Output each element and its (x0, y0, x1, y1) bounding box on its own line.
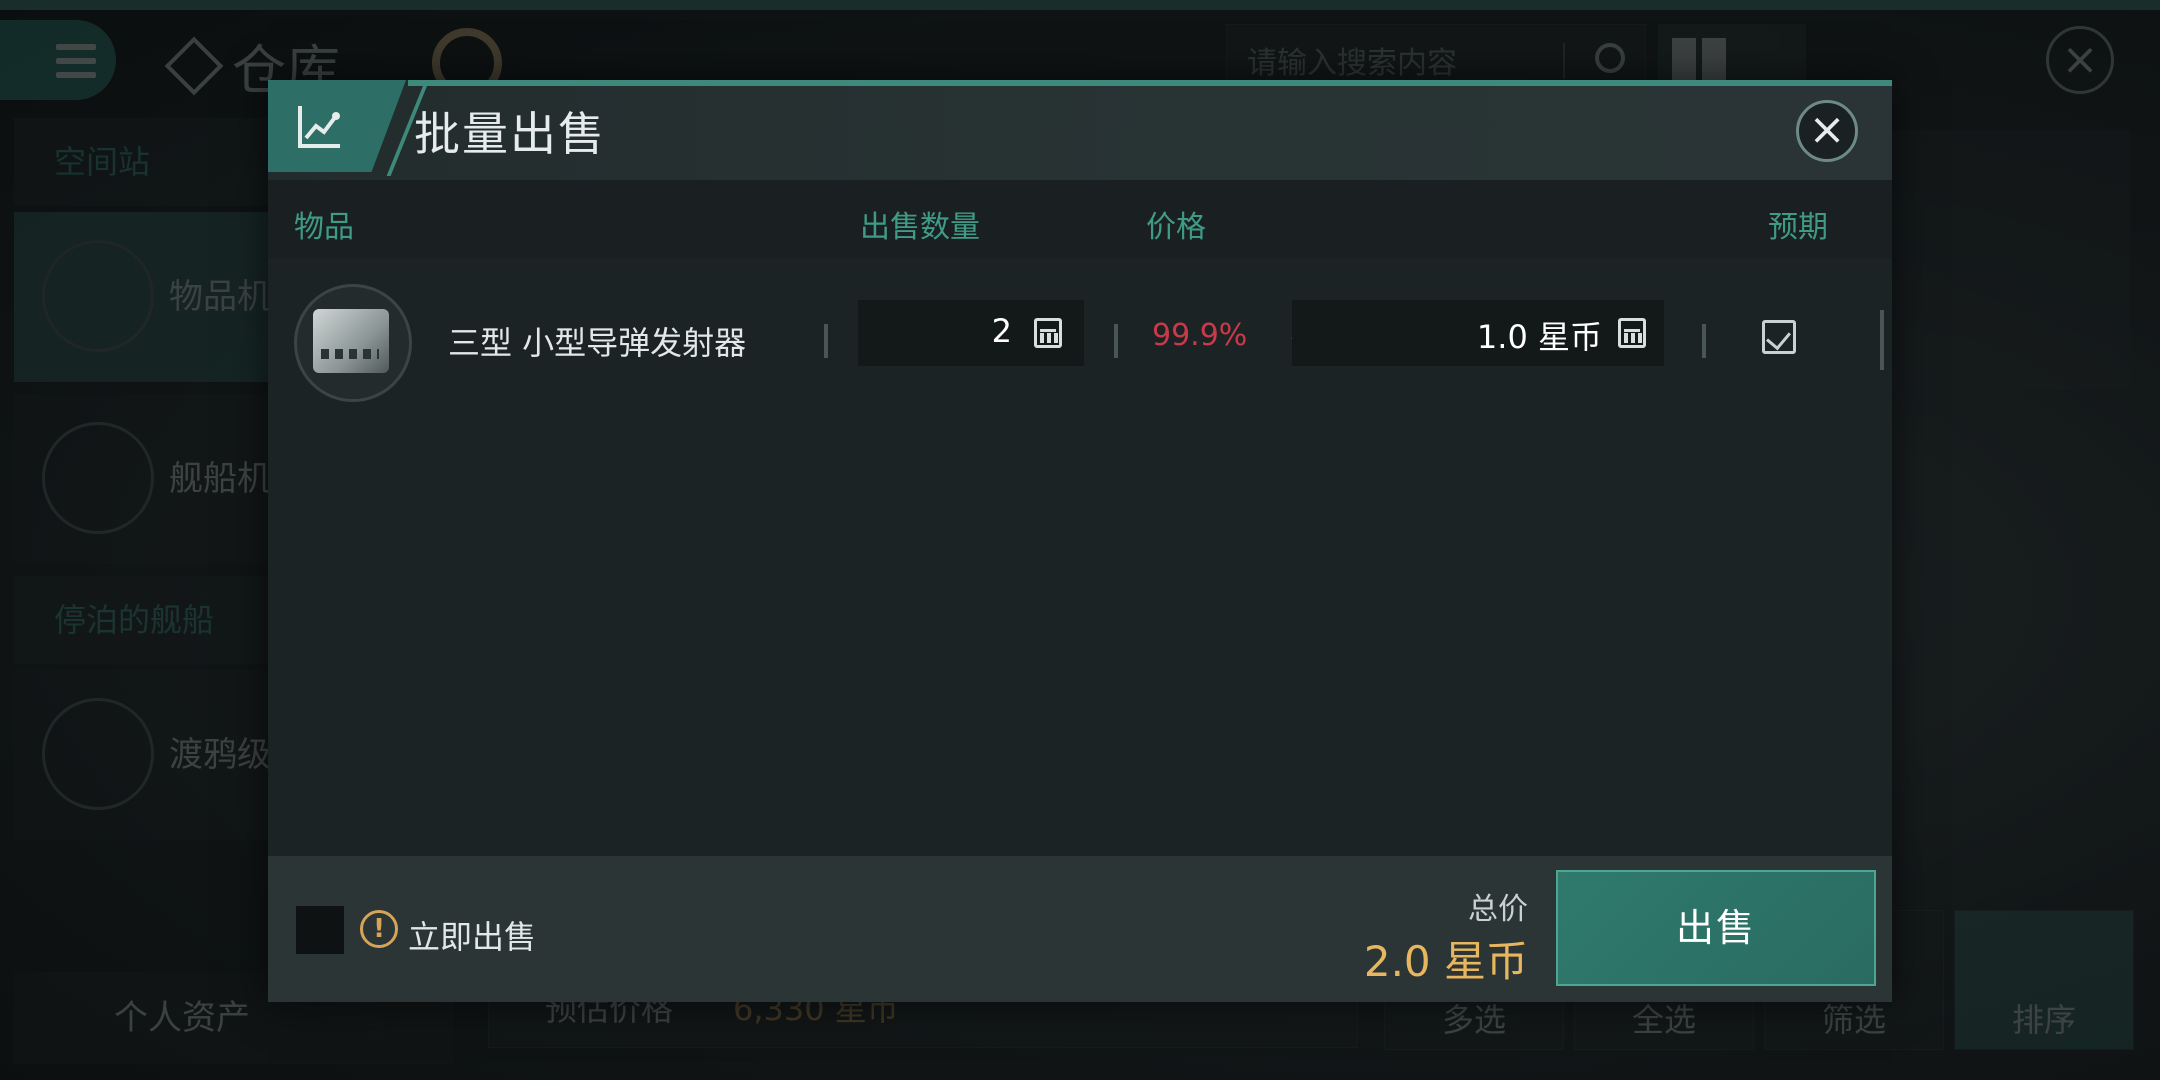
missile-launcher-icon (294, 284, 412, 402)
chart-icon (298, 106, 340, 148)
sell-button[interactable]: 出售 (1556, 870, 1876, 986)
scrollbar[interactable] (1880, 310, 1884, 370)
close-button[interactable]: × (1796, 100, 1858, 162)
calculator-icon[interactable] (1618, 318, 1646, 348)
header-accent-line (408, 80, 1892, 86)
divider (1702, 324, 1706, 358)
total-label: 总价 (1468, 892, 1528, 927)
column-expect: 预期 (1768, 210, 1828, 245)
column-quantity: 出售数量 (860, 210, 980, 245)
calculator-icon[interactable] (1034, 318, 1062, 348)
price-percent: 99.9% (1152, 318, 1248, 353)
expect-check-icon[interactable] (1762, 320, 1796, 354)
warning-icon[interactable]: ! (360, 910, 398, 948)
column-price: 价格 (1146, 210, 1206, 245)
divider (824, 324, 828, 358)
quantity-field[interactable]: 2 (858, 300, 1084, 366)
dialog-header: 批量出售 × (268, 80, 1892, 180)
instant-sell-checkbox[interactable] (296, 906, 344, 954)
divider (1114, 324, 1118, 358)
total-value: 2.0 星币 (1363, 937, 1528, 986)
table-row[interactable]: 三型 小型导弹发射器 2 99.9% 1.0 星币 (268, 268, 1892, 416)
item-name: 三型 小型导弹发射器 (448, 324, 747, 362)
batch-sell-dialog: 批量出售 × 物品 出售数量 价格 预期 三型 小型导弹发射器 2 99.9% … (268, 80, 1892, 1002)
instant-sell-label: 立即出售 (408, 918, 537, 956)
column-item: 物品 (294, 210, 354, 245)
price-field[interactable]: 1.0 星币 (1292, 300, 1664, 366)
dialog-title: 批量出售 (414, 107, 606, 161)
table-header: 物品 出售数量 价格 预期 (268, 180, 1892, 258)
dialog-footer: ! 立即出售 总价 2.0 星币 出售 (268, 856, 1892, 1002)
